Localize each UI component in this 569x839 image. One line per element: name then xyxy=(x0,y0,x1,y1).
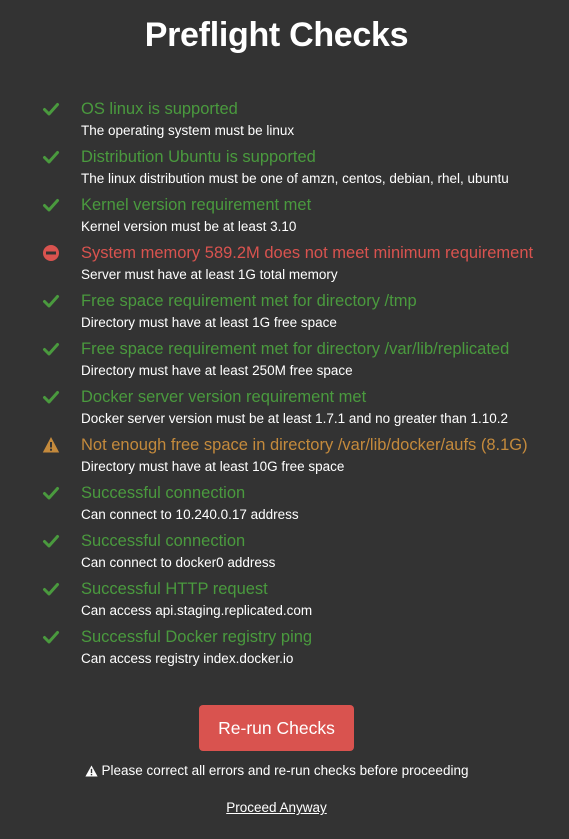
check-item: Successful connection Can connect to doc… xyxy=(40,530,565,578)
checkmark-icon xyxy=(42,148,60,166)
check-description: Docker server version must be at least 1… xyxy=(81,411,508,426)
checkmark-icon xyxy=(42,196,60,214)
checkmark-icon xyxy=(42,580,60,598)
warning-text: Please correct all errors and re-run che… xyxy=(101,763,469,778)
check-description: Directory must have at least 250M free s… xyxy=(81,363,353,378)
check-title: OS linux is supported xyxy=(81,100,238,118)
checkmark-icon xyxy=(42,388,60,406)
check-description: Can access api.staging.replicated.com xyxy=(81,603,313,618)
page-title: Preflight Checks xyxy=(144,16,409,54)
check-item: OS linux is supported The operating syst… xyxy=(40,98,565,146)
check-title: Free space requirement met for directory… xyxy=(81,292,417,310)
check-item: Distribution Ubuntu is supported The lin… xyxy=(40,146,565,194)
check-title: System memory 589.2M does not meet minim… xyxy=(81,244,534,262)
check-item: Docker server version requirement met Do… xyxy=(40,386,565,434)
checkmark-icon xyxy=(42,100,60,118)
check-item: Successful connection Can connect to 10.… xyxy=(40,482,565,530)
check-item: Free space requirement met for directory… xyxy=(40,290,565,338)
check-item: System memory 589.2M does not meet minim… xyxy=(40,242,565,290)
check-item: Successful HTTP request Can access api.s… xyxy=(40,578,565,626)
check-item: Kernel version requirement met Kernel ve… xyxy=(40,194,565,242)
check-description: The linux distribution must be one of am… xyxy=(81,171,509,186)
check-title: Free space requirement met for directory… xyxy=(81,340,510,358)
check-description: Can connect to 10.240.0.17 address xyxy=(81,507,299,522)
check-item: Free space requirement met for directory… xyxy=(40,338,565,386)
checkmark-icon xyxy=(42,292,60,310)
check-title: Successful connection xyxy=(81,484,246,502)
check-item: Not enough free space in directory /var/… xyxy=(40,434,565,482)
check-title: Kernel version requirement met xyxy=(81,196,312,214)
check-title: Docker server version requirement met xyxy=(81,388,367,406)
warning-triangle-icon xyxy=(42,436,60,454)
check-description: Can connect to docker0 address xyxy=(81,555,276,570)
check-title: Successful Docker registry ping xyxy=(81,628,313,646)
check-title: Successful HTTP request xyxy=(81,580,268,598)
check-description: Kernel version must be at least 3.10 xyxy=(81,219,297,234)
proceed-anyway-link[interactable]: Proceed Anyway xyxy=(0,800,553,815)
checkmark-icon xyxy=(42,628,60,646)
checks-list: OS linux is supported The operating syst… xyxy=(40,98,565,674)
warning-triangle-icon xyxy=(84,765,98,780)
checkmark-icon xyxy=(42,532,60,550)
check-title: Successful connection xyxy=(81,532,246,550)
checkmark-icon xyxy=(42,484,60,502)
check-description: Directory must have at least 1G free spa… xyxy=(81,315,337,330)
check-item: Successful Docker registry ping Can acce… xyxy=(40,626,565,674)
warning-message: Please correct all errors and re-run che… xyxy=(0,763,553,780)
minus-circle-icon xyxy=(42,244,60,262)
rerun-checks-button[interactable]: Re-run Checks xyxy=(199,705,354,751)
check-description: Directory must have at least 10G free sp… xyxy=(81,459,345,474)
check-description: Server must have at least 1G total memor… xyxy=(81,267,338,282)
check-description: Can access registry index.docker.io xyxy=(81,651,294,666)
check-title: Not enough free space in directory /var/… xyxy=(81,436,528,454)
check-description: The operating system must be linux xyxy=(81,123,295,138)
check-title: Distribution Ubuntu is supported xyxy=(81,148,316,166)
checkmark-icon xyxy=(42,340,60,358)
